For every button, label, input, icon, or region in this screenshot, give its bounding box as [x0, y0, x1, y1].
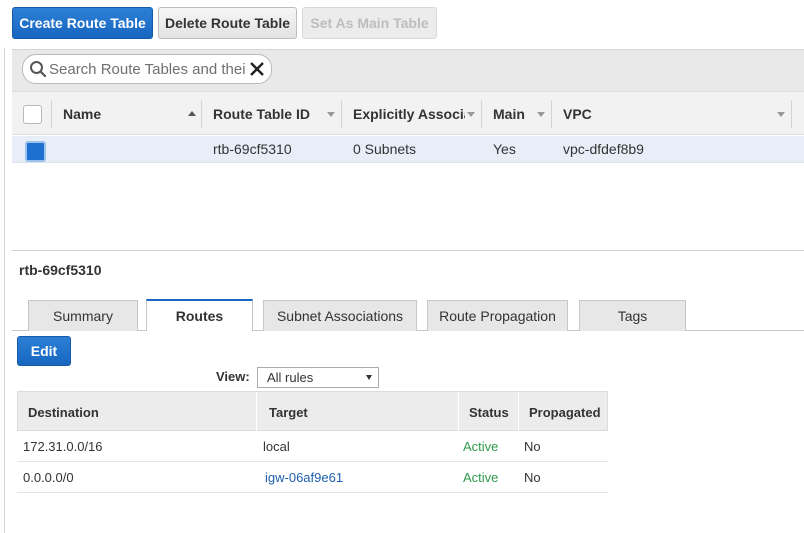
tab-subnet-associations[interactable]: Subnet Associations: [263, 300, 417, 331]
column-propagated: Propagated: [529, 404, 601, 420]
chevron-down-icon[interactable]: [467, 112, 475, 117]
chevron-down-icon[interactable]: [777, 112, 785, 117]
view-select-value: All rules: [267, 370, 314, 385]
column-vpc[interactable]: VPC: [563, 92, 592, 136]
chevron-down-icon[interactable]: [537, 112, 545, 117]
create-route-table-button[interactable]: Create Route Table: [12, 7, 153, 39]
cell-destination: 172.31.0.0/16: [23, 439, 103, 454]
cell-target-link[interactable]: igw-06af9e61: [265, 462, 343, 493]
cell-status: Active: [463, 470, 499, 485]
pane-splitter[interactable]: [12, 250, 804, 251]
cell-propagated: No: [524, 439, 541, 454]
tab-tags[interactable]: Tags: [579, 300, 686, 331]
cell-main: Yes: [493, 141, 516, 157]
route-tables-header: Name Route Table ID Explicitly Associat …: [12, 91, 804, 135]
cell-destination: 0.0.0.0/0: [23, 470, 74, 485]
cell-status: Active: [463, 439, 499, 454]
sort-ascending-icon[interactable]: [188, 111, 196, 116]
delete-route-table-button[interactable]: Delete Route Table: [158, 7, 297, 39]
cell-explicitly-associated: 0 Subnets: [353, 141, 417, 157]
column-explicitly-associated[interactable]: Explicitly Associat: [353, 92, 465, 136]
column-name[interactable]: Name: [63, 92, 101, 136]
edit-button[interactable]: Edit: [17, 336, 71, 366]
clear-search-icon[interactable]: [249, 61, 265, 77]
table-row[interactable]: rtb-69cf5310 0 Subnets Yes vpc-dfdef8b9: [12, 136, 804, 163]
column-main[interactable]: Main: [493, 92, 525, 136]
search-input[interactable]: [49, 59, 245, 79]
row-checkbox[interactable]: [25, 141, 46, 162]
view-select[interactable]: All rules: [257, 367, 379, 388]
detail-title: rtb-69cf5310: [19, 262, 102, 278]
set-as-main-table-button[interactable]: Set As Main Table: [302, 7, 437, 39]
tab-summary[interactable]: Summary: [28, 300, 138, 331]
cell-target: local: [263, 439, 290, 454]
left-border: [4, 48, 5, 533]
select-all-checkbox[interactable]: [23, 105, 42, 124]
tab-routes[interactable]: Routes: [146, 299, 253, 331]
view-label: View:: [216, 369, 250, 384]
table-row: 0.0.0.0/0 igw-06af9e61 Active No: [17, 462, 608, 493]
column-route-table-id[interactable]: Route Table ID: [213, 92, 310, 136]
column-destination: Destination: [28, 404, 99, 420]
cell-route-table-id: rtb-69cf5310: [213, 141, 292, 157]
column-target: Target: [269, 404, 308, 420]
table-row: 172.31.0.0/16 local Active No: [17, 431, 608, 462]
cell-vpc: vpc-dfdef8b9: [563, 141, 644, 157]
dropdown-arrow-icon: [366, 375, 372, 380]
tab-route-propagation[interactable]: Route Propagation: [427, 300, 568, 331]
chevron-down-icon[interactable]: [327, 112, 335, 117]
column-status: Status: [469, 404, 509, 420]
routes-table-header: Destination Target Status Propagated: [17, 391, 608, 432]
search-box[interactable]: [22, 54, 272, 84]
search-icon: [29, 60, 47, 78]
cell-propagated: No: [524, 470, 541, 485]
